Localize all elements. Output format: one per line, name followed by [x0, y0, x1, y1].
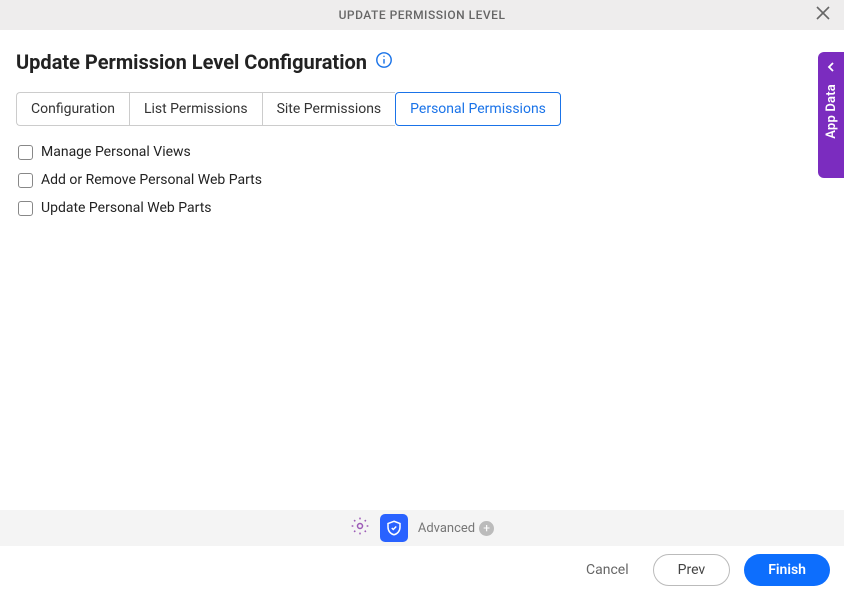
- prev-button[interactable]: Prev: [653, 554, 731, 586]
- permission-label[interactable]: Add or Remove Personal Web Parts: [41, 172, 262, 188]
- checkbox-add-remove-web-parts[interactable]: [18, 173, 33, 188]
- advanced-label: Advanced: [418, 521, 475, 536]
- tabs: Configuration List Permissions Site Perm…: [16, 92, 828, 126]
- checkbox-manage-personal-views[interactable]: [18, 145, 33, 160]
- advanced-toggle[interactable]: Advanced +: [418, 521, 494, 536]
- cancel-button[interactable]: Cancel: [576, 556, 639, 584]
- permission-label[interactable]: Update Personal Web Parts: [41, 200, 212, 216]
- gear-icon[interactable]: [350, 516, 370, 540]
- permission-row: Manage Personal Views: [16, 144, 828, 160]
- footer-actions: Cancel Prev Finish: [0, 546, 844, 594]
- chevron-left-icon: [826, 62, 836, 84]
- app-data-label: App Data: [824, 84, 839, 139]
- app-data-panel-toggle[interactable]: App Data: [818, 52, 844, 178]
- permission-label[interactable]: Manage Personal Views: [41, 144, 191, 160]
- permission-row: Update Personal Web Parts: [16, 200, 828, 216]
- footer-toolbar: Advanced +: [0, 510, 844, 546]
- finish-button[interactable]: Finish: [744, 554, 830, 586]
- page-title: Update Permission Level Configuration: [16, 50, 367, 74]
- plus-icon: +: [479, 521, 494, 536]
- page-title-row: Update Permission Level Configuration: [16, 50, 828, 74]
- permission-row: Add or Remove Personal Web Parts: [16, 172, 828, 188]
- tab-site-permissions[interactable]: Site Permissions: [262, 92, 396, 126]
- modal-title: UPDATE PERMISSION LEVEL: [339, 8, 506, 22]
- tab-configuration[interactable]: Configuration: [16, 92, 129, 126]
- info-icon[interactable]: [375, 51, 393, 73]
- modal-header: UPDATE PERMISSION LEVEL: [0, 0, 844, 30]
- tab-personal-permissions[interactable]: Personal Permissions: [395, 92, 561, 126]
- shield-icon[interactable]: [380, 514, 408, 542]
- checkbox-update-web-parts[interactable]: [18, 201, 33, 216]
- close-icon[interactable]: [816, 6, 830, 23]
- main-content: Update Permission Level Configuration Co…: [0, 30, 844, 216]
- tab-list-permissions[interactable]: List Permissions: [129, 92, 262, 126]
